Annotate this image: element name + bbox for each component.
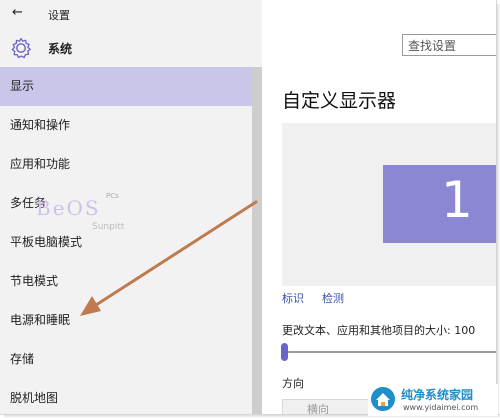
monitor-preview-area: 1 (282, 123, 496, 286)
sidebar-item-display[interactable]: 显示 (0, 67, 252, 106)
house-logo-icon (371, 387, 395, 411)
scale-label: 更改文本、应用和其他项目的大小: 100 (282, 324, 476, 337)
watermark-pcs: PCs (106, 192, 119, 200)
logo-name: 纯净系统家园 (401, 388, 474, 402)
gear-icon (9, 36, 33, 60)
page-title: 自定义显示器 (282, 90, 397, 112)
scale-slider-thumb[interactable] (281, 343, 288, 361)
back-arrow-icon[interactable]: ← (12, 5, 23, 20)
site-logo: 纯净系统家园 www.yidaimei.com (368, 384, 498, 416)
sidebar-item-label: 电源和睡眠 (10, 313, 71, 327)
sidebar-item-label: 存储 (10, 352, 35, 366)
sidebar-item-notifications[interactable]: 通知和操作 (0, 106, 252, 145)
monitor-tile[interactable]: 1 (383, 165, 496, 243)
scale-slider-track[interactable] (284, 351, 496, 353)
sidebar-scrollbar[interactable] (252, 67, 262, 414)
detect-link[interactable]: 检测 (322, 290, 344, 306)
sidebar-item-power-sleep[interactable]: 电源和睡眠 (0, 301, 252, 340)
window-shadow-right (496, 4, 500, 418)
watermark-sub: Sunpitt (92, 222, 125, 232)
sidebar-item-label: 应用和功能 (10, 157, 71, 171)
window-title: 设置 (48, 9, 70, 22)
content-pane: 查找设置 自定义显示器 1 标识 检测 更改文本、应用和其他项目的大小: 100… (262, 0, 496, 414)
titlebar: ← 设置 (0, 0, 262, 30)
watermark-main: BeOS (36, 196, 101, 220)
sidebar-item-label: 节电模式 (10, 274, 59, 288)
monitor-number: 1 (441, 171, 473, 229)
search-input[interactable]: 查找设置 (402, 34, 496, 56)
section-header: 系统 (0, 34, 262, 62)
logo-url: www.yidaimei.com (403, 403, 479, 412)
sidebar-item-storage[interactable]: 存储 (0, 340, 252, 379)
watermark: PCs BeOS Sunpitt (36, 192, 156, 244)
sidebar-item-offline-maps[interactable]: 脱机地图 (0, 379, 252, 414)
identify-link[interactable]: 标识 (282, 290, 304, 306)
sidebar-item-apps-features[interactable]: 应用和功能 (0, 145, 252, 184)
section-title: 系统 (48, 42, 73, 56)
sidebar-item-label: 通知和操作 (10, 118, 71, 132)
sidebar-item-label: 显示 (10, 79, 35, 93)
orientation-label: 方向 (282, 377, 304, 390)
sidebar-item-label: 脱机地图 (10, 391, 59, 405)
sidebar-item-battery-saver[interactable]: 节电模式 (0, 262, 252, 301)
